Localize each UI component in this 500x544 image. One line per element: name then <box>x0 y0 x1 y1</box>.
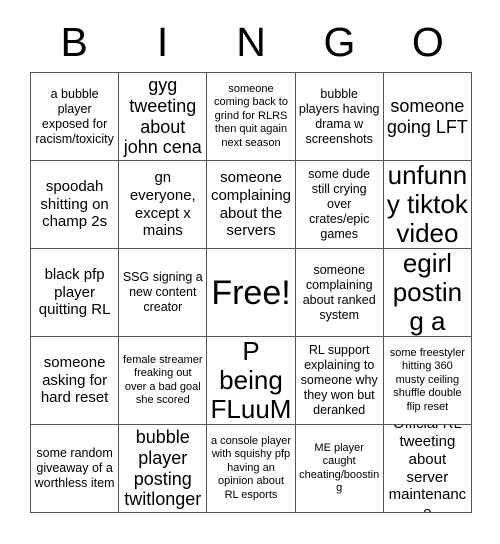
bingo-cell[interactable]: someone complaining about ranked system <box>295 249 384 337</box>
bingo-cell[interactable]: a bubble player exposed for racism/toxic… <box>31 73 120 161</box>
bingo-cell[interactable]: RL support explaining to someone why the… <box>295 337 384 425</box>
header-letter-i: I <box>156 18 169 65</box>
bingo-grid: a bubble player exposed for racism/toxic… <box>30 72 472 513</box>
bingo-cell[interactable]: bubble player posting twitlonger <box>119 425 208 513</box>
bingo-cell[interactable]: a console player with squishy pfp having… <box>207 425 296 513</box>
bingo-header: B I N G O <box>30 16 472 68</box>
bingo-cell[interactable]: FLuuMP being FLuuMP <box>207 337 296 425</box>
bingo-cell[interactable]: some random giveaway of a worthless item <box>31 425 120 513</box>
bingo-cell[interactable]: Official RL tweeting about server mainte… <box>383 425 472 513</box>
bingo-cell-text: some freestyler hitting 360 musty ceilin… <box>389 346 465 413</box>
bingo-cell-text: RL support explaining to someone why the… <box>300 343 378 417</box>
bingo-cell[interactable]: ME player caught cheating/boosting <box>295 425 384 513</box>
bingo-cell[interactable]: RL egirl posting a selfie <box>383 249 472 337</box>
bingo-cell[interactable]: some freestyler hitting 360 musty ceilin… <box>383 337 472 425</box>
bingo-cell-text: someone complaining about ranked system <box>302 262 376 322</box>
bingo-cell[interactable]: some dude still crying over crates/epic … <box>295 161 384 249</box>
bingo-cell-text: a bubble player exposed for racism/toxic… <box>35 86 114 146</box>
bingo-cell[interactable]: female streamer freaking out over a bad … <box>119 337 208 425</box>
bingo-cell-text: someone going LFT <box>386 95 468 137</box>
bingo-cell[interactable]: spoodah shitting on champ 2s <box>31 161 120 249</box>
bingo-cell-text: some random giveaway of a worthless item <box>34 446 115 490</box>
bingo-cell-text: someone complaining about the servers <box>210 169 292 240</box>
bingo-cell[interactable]: someone complaining about the servers <box>207 161 296 249</box>
bingo-cell-text: someone asking for hard reset <box>40 353 109 407</box>
bingo-cell-text: black pfp player quitting RL <box>38 265 111 319</box>
bingo-cell-free[interactable]: Free! <box>207 249 296 337</box>
bingo-cell[interactable]: someone asking for hard reset <box>31 337 120 425</box>
bingo-cell-text: SSG signing a new content creator <box>122 270 203 314</box>
bingo-cell-text: female streamer freaking out over a bad … <box>123 353 203 406</box>
bingo-cell-text: some dude still crying over crates/epic … <box>308 167 371 241</box>
bingo-card: B I N G O a bubble player exposed for ra… <box>0 0 500 544</box>
bingo-cell-text: someone coming back to grind for RLRS th… <box>214 82 288 149</box>
bingo-cell-text: gyg tweeting about john cena <box>123 74 202 158</box>
bingo-cell-text: ME player caught cheating/boosting <box>299 441 380 494</box>
bingo-cell-text: bubble players having drama w screenshot… <box>298 86 380 146</box>
header-letter-g: G <box>323 18 356 65</box>
bingo-cell[interactable]: unfunny tiktok video <box>383 161 472 249</box>
bingo-cell[interactable]: black pfp player quitting RL <box>31 249 120 337</box>
bingo-cell-text: bubble player posting twitlonger <box>124 426 202 510</box>
bingo-cell[interactable]: gn everyone, except x mains <box>119 161 208 249</box>
header-letter-b: B <box>60 18 88 65</box>
free-space-label: Free! <box>211 273 291 312</box>
bingo-cell[interactable]: gyg tweeting about john cena <box>119 73 208 161</box>
bingo-cell-text: unfunny tiktok video <box>386 161 468 249</box>
bingo-cell[interactable]: bubble players having drama w screenshot… <box>295 73 384 161</box>
bingo-cell-text: RL egirl posting a selfie <box>392 249 463 337</box>
bingo-cell-text: spoodah shitting on champ 2s <box>40 177 109 231</box>
bingo-cell[interactable]: someone going LFT <box>383 73 472 161</box>
bingo-cell[interactable]: SSG signing a new content creator <box>119 249 208 337</box>
bingo-cell-text: a console player with squishy pfp having… <box>210 434 292 501</box>
bingo-cell-text: FLuuMP being FLuuMP <box>210 337 292 425</box>
header-letter-n: N <box>236 18 266 65</box>
bingo-cell-text: Official RL tweeting about server mainte… <box>388 425 467 513</box>
bingo-cell[interactable]: someone coming back to grind for RLRS th… <box>207 73 296 161</box>
header-letter-o: O <box>411 18 444 65</box>
bingo-cell-text: gn everyone, except x mains <box>129 169 196 240</box>
